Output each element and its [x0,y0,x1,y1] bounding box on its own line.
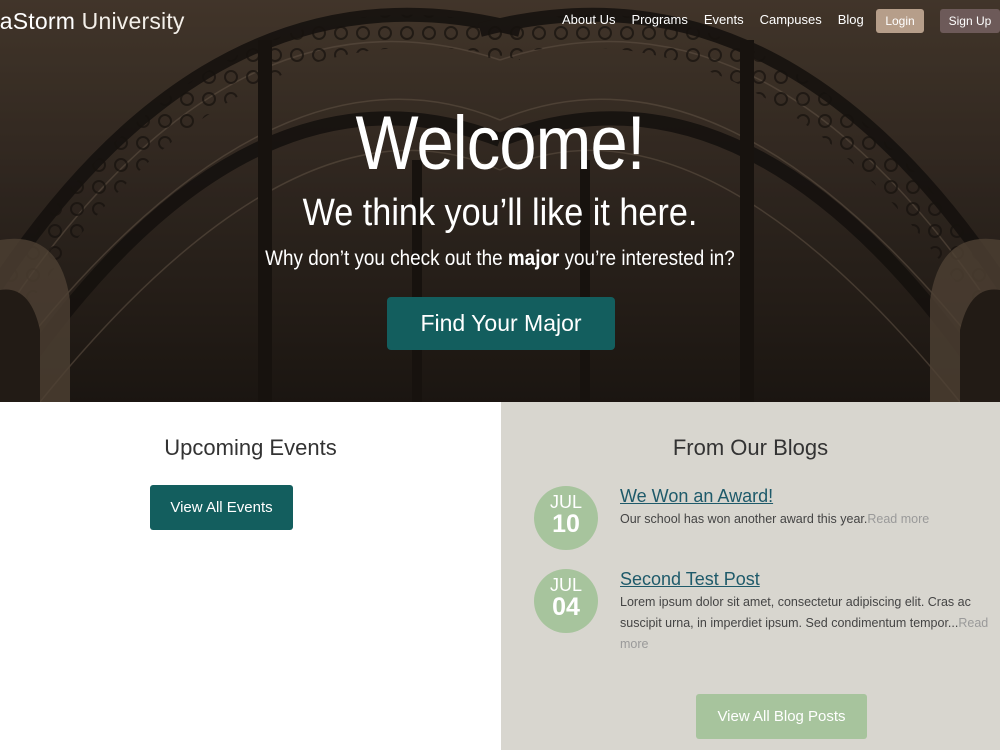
brand-name-bold: rraStorm [0,8,76,34]
hero-title: Welcome! [355,101,645,186]
signup-button[interactable]: Sign Up [940,9,1000,33]
nav-programs[interactable]: Programs [631,12,687,27]
post-title-link[interactable]: Second Test Post [620,569,760,590]
brand-name-light: University [81,8,185,34]
nav-campuses[interactable]: Campuses [760,12,822,27]
post-month: JUL [549,492,582,512]
nav-blog[interactable]: Blog [838,12,864,27]
hero-subtitle: We think you’ll like it here. [302,192,698,234]
post-excerpt: Our school has won another award this ye… [620,509,1000,530]
upcoming-events-section: Upcoming Events View All Events [0,402,501,750]
nav-about-us[interactable]: About Us [562,12,615,27]
main-nav: About Us Programs Events Campuses Blog [562,12,880,27]
post-date-badge: JUL 10 [534,486,598,550]
find-your-major-button[interactable]: Find Your Major [387,297,615,350]
blogs-heading: From Our Blogs [672,435,829,460]
post-month: JUL [549,575,582,595]
hero-tagline-end: you’re interested in? [559,247,735,270]
hero-tagline-start: Why don’t you check out the [265,247,508,270]
login-button[interactable]: Login [876,9,924,33]
hero-tagline: Why don’t you check out the major you’re… [50,247,950,271]
read-more-link[interactable]: Read more [867,512,929,526]
post-day: 10 [552,510,580,538]
hero-tagline-bold: major [507,247,560,270]
hero-section: rraStorm University About Us Programs Ev… [0,0,1000,402]
blogs-section: From Our Blogs JUL 10 We Won an Award! O… [501,402,1000,750]
post-day: 04 [552,593,580,621]
events-heading: Upcoming Events [164,435,337,460]
view-all-events-button[interactable]: View All Events [150,485,293,530]
post-title-link[interactable]: We Won an Award! [620,486,773,507]
post-excerpt-text: Our school has won another award this ye… [620,512,868,526]
post-excerpt: Lorem ipsum dolor sit amet, consectetur … [620,592,1000,655]
post-date-badge: JUL 04 [534,569,598,633]
nav-events[interactable]: Events [704,12,744,27]
brand-logo[interactable]: rraStorm University [0,8,185,35]
view-all-blog-posts-button[interactable]: View All Blog Posts [696,694,867,739]
post-excerpt-text: Lorem ipsum dolor sit amet, consectetur … [620,595,971,630]
